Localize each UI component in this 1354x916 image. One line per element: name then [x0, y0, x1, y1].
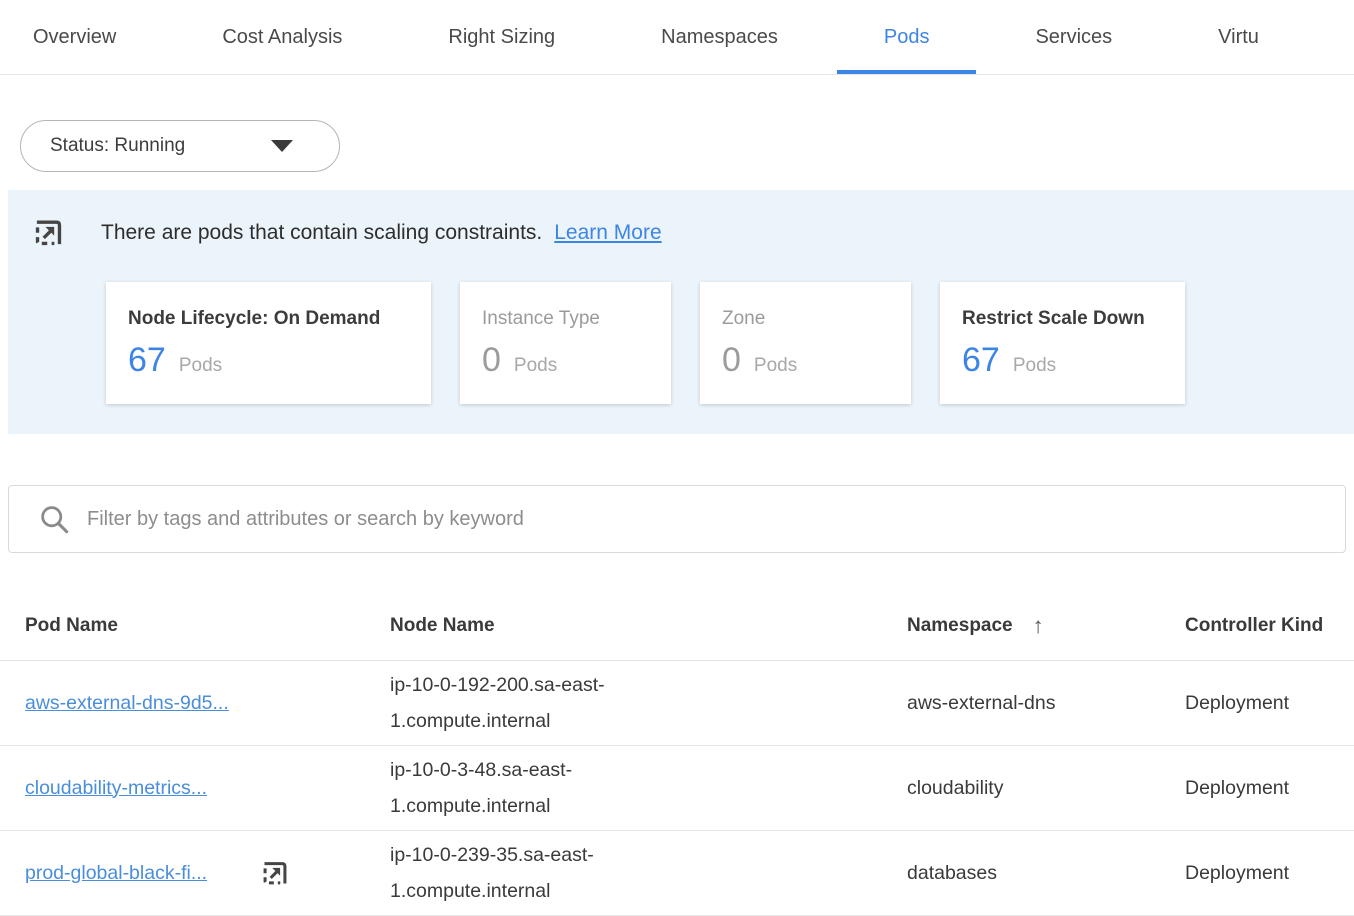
pod-name-link[interactable]: aws-external-dns-9d5...	[25, 692, 229, 715]
scale-constraint-icon	[33, 217, 64, 248]
pods-table: Pod Name Node Name Namespace ↑ Controlle…	[0, 553, 1354, 916]
card-unit: Pods	[754, 355, 797, 377]
status-filter-dropdown[interactable]: Status: Running	[20, 120, 340, 172]
card-value: 67	[962, 341, 1000, 380]
column-header-namespace[interactable]: Namespace ↑	[907, 615, 1185, 637]
tab-bar: Overview Cost Analysis Right Sizing Name…	[0, 0, 1354, 75]
column-header-label: Namespace	[907, 615, 1013, 637]
scale-constraint-icon	[261, 859, 289, 887]
card-restrict-scale-down[interactable]: Restrict Scale Down 67 Pods	[940, 282, 1185, 404]
table-header-row: Pod Name Node Name Namespace ↑ Controlle…	[0, 553, 1354, 661]
card-node-lifecycle[interactable]: Node Lifecycle: On Demand 67 Pods	[106, 282, 431, 404]
search-input[interactable]	[87, 508, 1325, 531]
controller-kind-cell: Deployment	[1185, 862, 1354, 885]
controller-kind-cell: Deployment	[1185, 692, 1354, 715]
card-title: Node Lifecycle: On Demand	[128, 308, 431, 330]
tab-virtual[interactable]: Virtu	[1218, 0, 1259, 74]
status-filter-label: Status: Running	[50, 135, 185, 157]
node-name-cell: ip-10-0-192-200.sa-east-1.compute.intern…	[390, 667, 662, 739]
card-unit: Pods	[514, 355, 557, 377]
tab-namespaces[interactable]: Namespaces	[661, 0, 778, 74]
learn-more-link[interactable]: Learn More	[554, 221, 661, 245]
tab-cost-analysis[interactable]: Cost Analysis	[222, 0, 342, 74]
card-unit: Pods	[1013, 355, 1056, 377]
banner-message: There are pods that contain scaling cons…	[101, 221, 542, 245]
card-title: Restrict Scale Down	[962, 308, 1185, 330]
table-row: aws-external-dns-9d5... ip-10-0-192-200.…	[0, 661, 1354, 746]
card-value: 67	[128, 341, 166, 380]
namespace-cell: aws-external-dns	[907, 685, 1059, 721]
controller-kind-cell: Deployment	[1185, 777, 1354, 800]
pod-name-link[interactable]: cloudability-metrics...	[25, 777, 207, 800]
column-header-controller-kind[interactable]: Controller Kind	[1185, 615, 1354, 637]
filter-search-bar	[8, 485, 1346, 553]
card-value: 0	[482, 341, 501, 380]
tab-services[interactable]: Services	[1035, 0, 1112, 74]
column-header-node-name[interactable]: Node Name	[390, 615, 907, 637]
card-zone[interactable]: Zone 0 Pods	[700, 282, 911, 404]
chevron-down-icon	[271, 140, 293, 152]
card-title: Zone	[722, 308, 911, 330]
search-icon	[39, 504, 70, 535]
node-name-cell: ip-10-0-3-48.sa-east-1.compute.internal	[390, 752, 662, 824]
card-value: 0	[722, 341, 741, 380]
column-header-pod-name[interactable]: Pod Name	[25, 615, 390, 637]
node-name-cell: ip-10-0-239-35.sa-east-1.compute.interna…	[390, 837, 662, 909]
card-instance-type[interactable]: Instance Type 0 Pods	[460, 282, 671, 404]
pod-name-link[interactable]: prod-global-black-fi...	[25, 862, 207, 885]
constraint-cards: Node Lifecycle: On Demand 67 Pods Instan…	[106, 282, 1354, 404]
sort-ascending-icon: ↑	[1033, 615, 1044, 637]
scaling-constraints-banner: There are pods that contain scaling cons…	[8, 190, 1354, 434]
namespace-cell: cloudability	[907, 770, 1059, 806]
card-title: Instance Type	[482, 308, 671, 330]
card-unit: Pods	[179, 355, 222, 377]
tab-overview[interactable]: Overview	[33, 0, 116, 74]
namespace-cell: databases	[907, 855, 1059, 891]
tab-pods[interactable]: Pods	[884, 0, 930, 74]
tab-right-sizing[interactable]: Right Sizing	[448, 0, 555, 74]
table-row: prod-global-black-fi... ip-10-0-239-35.s…	[0, 831, 1354, 916]
table-row: cloudability-metrics... ip-10-0-3-48.sa-…	[0, 746, 1354, 831]
